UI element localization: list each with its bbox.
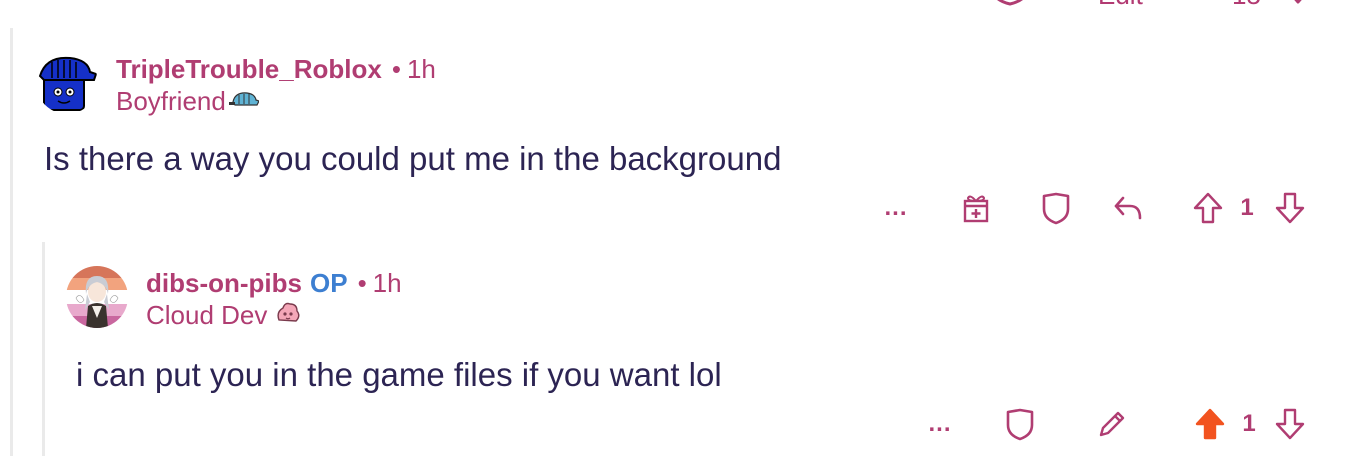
comment-meta: TripleTrouble_Roblox • 1h Boyfriend xyxy=(116,52,436,116)
separator-dot: • xyxy=(391,54,401,84)
user-flair: Cloud Dev xyxy=(146,300,402,330)
vote-count: 1 xyxy=(1240,194,1254,221)
timestamp: 1h xyxy=(372,268,402,298)
upvote-arrow-icon[interactable] xyxy=(1188,188,1228,228)
more-options-button[interactable]: ... xyxy=(922,404,958,444)
save-shield-icon[interactable] xyxy=(1036,188,1076,228)
pink-blob-icon xyxy=(275,300,301,330)
thread-line[interactable] xyxy=(10,28,13,456)
user-flair: Boyfriend xyxy=(116,86,436,116)
username[interactable]: TripleTrouble_Roblox xyxy=(116,54,382,84)
upvote-arrow-icon[interactable] xyxy=(1186,0,1214,11)
comment-meta: dibs-on-pibs OP • 1h Cloud Dev xyxy=(146,266,402,330)
blue-cap-avatar-icon xyxy=(36,52,98,114)
flair-text: Cloud Dev xyxy=(146,300,268,330)
avatar[interactable] xyxy=(36,52,98,114)
anime-character-avatar-icon xyxy=(66,266,128,328)
reply-arrow-icon[interactable] xyxy=(1108,188,1148,228)
edit-pencil-icon[interactable] xyxy=(1060,0,1090,11)
flair-text: Boyfriend xyxy=(116,86,226,116)
downvote-arrow-icon[interactable] xyxy=(1270,404,1310,444)
upvote-arrow-icon[interactable] xyxy=(1190,404,1230,444)
previous-comment-actions: Edit 15 xyxy=(0,0,1354,10)
downvote-arrow-icon[interactable] xyxy=(1282,0,1314,11)
comment-body: i can put you in the game files if you w… xyxy=(76,356,722,393)
vote-count: 1 xyxy=(1242,410,1256,437)
username[interactable]: dibs-on-pibs xyxy=(146,268,302,298)
separator-dot: • xyxy=(357,268,367,298)
gift-award-icon[interactable] xyxy=(956,188,996,228)
more-options-button[interactable]: ... xyxy=(878,188,914,228)
comment-body: Is there a way you could put me in the b… xyxy=(44,140,782,177)
award-shield-icon[interactable] xyxy=(988,0,1032,11)
save-shield-icon[interactable] xyxy=(1000,404,1040,444)
edit-button[interactable]: Edit xyxy=(1098,0,1143,11)
vote-count: 15 xyxy=(1232,0,1261,11)
op-badge: OP xyxy=(309,268,348,298)
downvote-arrow-icon[interactable] xyxy=(1270,188,1310,228)
boyfriend-cap-icon xyxy=(228,86,260,116)
avatar[interactable] xyxy=(66,266,128,328)
comment-actions: ... 1 xyxy=(0,404,1354,444)
timestamp: 1h xyxy=(406,54,436,84)
edit-pencil-icon[interactable] xyxy=(1092,404,1132,444)
comment-actions: ... 1 xyxy=(0,188,1354,228)
